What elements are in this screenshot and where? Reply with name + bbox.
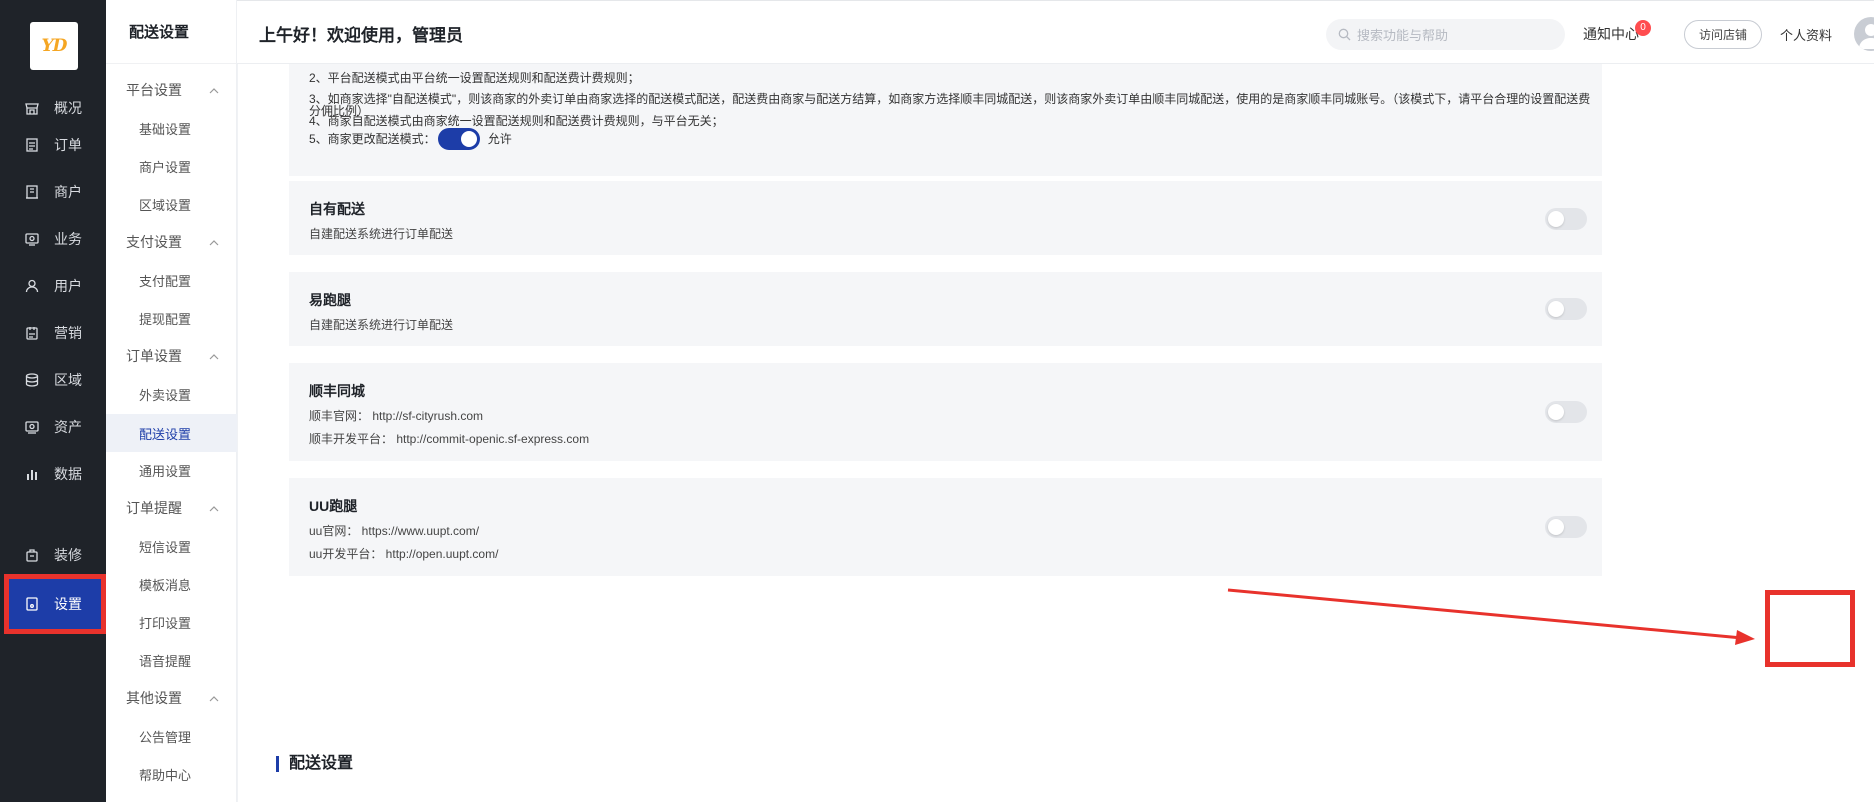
app-root: YD 概况 订单 商户 业务 用户 营销 区域 资产 数据 装修 设置 配送设置… bbox=[0, 0, 1874, 802]
annotation-highlight-box bbox=[1765, 590, 1855, 667]
annotation-arrow bbox=[1227, 588, 1755, 645]
